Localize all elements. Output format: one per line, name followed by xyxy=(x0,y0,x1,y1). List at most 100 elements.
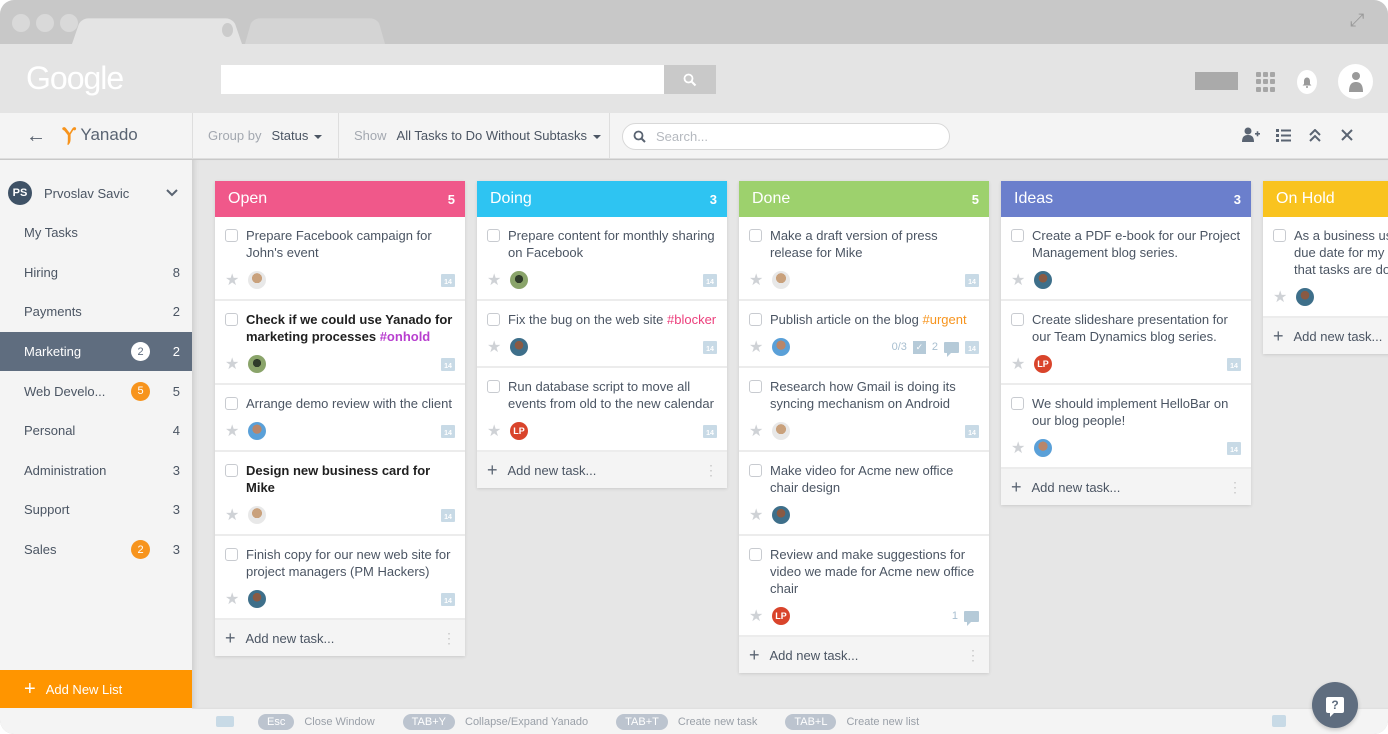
task-search-box[interactable] xyxy=(622,123,950,150)
assignee-avatar[interactable] xyxy=(772,422,790,440)
task-checkbox[interactable] xyxy=(1011,397,1024,410)
task-card[interactable]: Make a draft version of press release fo… xyxy=(739,217,989,301)
column-header[interactable]: Done 5 xyxy=(739,181,989,217)
task-checkbox[interactable] xyxy=(1011,313,1024,326)
sidebar-item-hiring[interactable]: Hiring 8 xyxy=(0,253,192,293)
task-title[interactable]: Publish article on the blog #urgent xyxy=(770,311,967,328)
task-card[interactable]: Arrange demo review with the client ★ 14 xyxy=(215,385,465,452)
task-title[interactable]: Create slideshare presentation for our T… xyxy=(1032,311,1241,345)
sidebar-item-sales[interactable]: Sales 2 3 xyxy=(0,530,192,570)
show-filter-dropdown[interactable]: Show All Tasks to Do Without Subtasks xyxy=(354,128,602,143)
window-close-dot[interactable] xyxy=(12,14,30,32)
calendar-icon[interactable]: 14 xyxy=(441,424,455,438)
sidebar-item-my-tasks[interactable]: My Tasks xyxy=(0,213,192,253)
column-header[interactable]: Open 5 xyxy=(215,181,465,217)
collapse-icon[interactable] xyxy=(1306,126,1324,144)
sidebar-item-marketing[interactable]: Marketing 2 2 xyxy=(0,331,192,372)
assignee-avatar[interactable] xyxy=(772,338,790,356)
task-title[interactable]: Finish copy for our new web site for pro… xyxy=(246,546,455,580)
task-card[interactable]: Research how Gmail is doing its syncing … xyxy=(739,368,989,452)
sidebar-item-support[interactable]: Support 3 xyxy=(0,490,192,530)
task-card[interactable]: Fix the bug on the web site #blocker ★ 14 xyxy=(477,301,727,368)
calendar-icon[interactable]: 14 xyxy=(1227,441,1241,455)
list-view-icon[interactable] xyxy=(1274,126,1292,144)
task-checkbox[interactable] xyxy=(225,313,238,326)
help-button[interactable]: ? xyxy=(1312,682,1358,728)
calendar-icon[interactable]: 14 xyxy=(441,508,455,522)
assignee-avatar[interactable] xyxy=(1034,271,1052,289)
calendar-icon[interactable]: 14 xyxy=(965,424,979,438)
apps-grid-icon[interactable] xyxy=(1256,72,1276,92)
comment-icon[interactable] xyxy=(964,610,979,626)
task-title[interactable]: Fix the bug on the web site #blocker xyxy=(508,311,716,328)
task-title[interactable]: Check if we could use Yanado for marketi… xyxy=(246,311,455,345)
star-icon[interactable]: ★ xyxy=(1011,354,1026,374)
task-search-input[interactable] xyxy=(656,129,916,144)
calendar-icon[interactable]: 14 xyxy=(441,357,455,371)
assignee-avatar[interactable] xyxy=(510,338,528,356)
column-header[interactable]: Ideas 3 xyxy=(1001,181,1251,217)
more-options-icon[interactable]: ⋮ xyxy=(966,647,980,664)
add-task-button[interactable]: +Add new task...⋮ xyxy=(1001,469,1251,505)
task-title[interactable]: As a business user I want to set a due d… xyxy=(1294,227,1388,278)
group-by-dropdown[interactable]: Group by Status xyxy=(208,128,323,143)
sidebar-item-personal[interactable]: Personal 4 xyxy=(0,411,192,451)
star-icon[interactable]: ★ xyxy=(749,337,764,357)
task-card[interactable]: Prepare content for monthly sharing on F… xyxy=(477,217,727,301)
task-title[interactable]: We should implement HelloBar on our blog… xyxy=(1032,395,1241,429)
star-icon[interactable]: ★ xyxy=(1011,270,1026,290)
assignee-avatar[interactable] xyxy=(772,506,790,524)
task-title[interactable]: Prepare Facebook campaign for John's eve… xyxy=(246,227,455,261)
task-checkbox[interactable] xyxy=(1273,229,1286,242)
task-card[interactable]: Create slideshare presentation for our T… xyxy=(1001,301,1251,385)
task-checkbox[interactable] xyxy=(749,229,762,242)
task-card[interactable]: As a business user I want to set a due d… xyxy=(1263,217,1388,318)
column-header[interactable]: Doing 3 xyxy=(477,181,727,217)
task-card[interactable]: Create a PDF e-book for our Project Mana… xyxy=(1001,217,1251,301)
assignee-avatar[interactable] xyxy=(1296,288,1314,306)
calendar-icon[interactable]: 14 xyxy=(441,592,455,606)
star-icon[interactable]: ★ xyxy=(225,505,240,525)
star-icon[interactable]: ★ xyxy=(487,421,502,441)
assignee-avatar[interactable] xyxy=(510,271,528,289)
task-card[interactable]: Run database script to move all events f… xyxy=(477,368,727,452)
show-value[interactable]: All Tasks to Do Without Subtasks xyxy=(397,128,602,143)
task-title[interactable]: Make a draft version of press release fo… xyxy=(770,227,979,261)
task-title[interactable]: Research how Gmail is doing its syncing … xyxy=(770,378,979,412)
task-checkbox[interactable] xyxy=(225,229,238,242)
assignee-avatar[interactable]: LP xyxy=(772,607,790,625)
add-task-button[interactable]: +Add new task...⋮ xyxy=(1263,318,1388,354)
sidebar-item-web-develo[interactable]: Web Develo... 5 5 xyxy=(0,371,192,411)
column-header[interactable]: On Hold xyxy=(1263,181,1388,217)
comment-icon[interactable] xyxy=(944,341,959,357)
window-minimize-dot[interactable] xyxy=(36,14,54,32)
star-icon[interactable]: ★ xyxy=(487,270,502,290)
assignee-avatar[interactable] xyxy=(1034,439,1052,457)
sidebar-item-payments[interactable]: Payments 2 xyxy=(0,292,192,332)
star-icon[interactable]: ★ xyxy=(1011,438,1026,458)
chevron-down-icon[interactable] xyxy=(166,186,178,200)
task-card[interactable]: Design new business card for Mike ★ 14 xyxy=(215,452,465,536)
browser-tab-inactive[interactable] xyxy=(245,18,385,44)
calendar-icon[interactable]: 14 xyxy=(965,340,979,354)
task-checkbox[interactable] xyxy=(225,548,238,561)
assignee-avatar[interactable] xyxy=(248,422,266,440)
task-checkbox[interactable] xyxy=(749,313,762,326)
task-tag[interactable]: #urgent xyxy=(923,312,967,327)
task-checkbox[interactable] xyxy=(487,313,500,326)
assignee-avatar[interactable] xyxy=(248,271,266,289)
add-new-list-button[interactable]: + Add New List xyxy=(0,670,192,708)
star-icon[interactable]: ★ xyxy=(749,270,764,290)
add-task-button[interactable]: +Add new task...⋮ xyxy=(215,620,465,656)
task-tag[interactable]: #onhold xyxy=(380,329,431,344)
calendar-icon[interactable]: 14 xyxy=(1227,357,1241,371)
assignee-avatar[interactable] xyxy=(248,355,266,373)
calendar-icon[interactable]: 14 xyxy=(703,273,717,287)
task-checkbox[interactable] xyxy=(487,380,500,393)
task-checkbox[interactable] xyxy=(225,464,238,477)
task-title[interactable]: Run database script to move all events f… xyxy=(508,378,717,412)
star-icon[interactable]: ★ xyxy=(225,589,240,609)
task-title[interactable]: Prepare content for monthly sharing on F… xyxy=(508,227,717,261)
google-account-avatar[interactable] xyxy=(1338,64,1373,99)
add-user-icon[interactable] xyxy=(1242,126,1260,144)
